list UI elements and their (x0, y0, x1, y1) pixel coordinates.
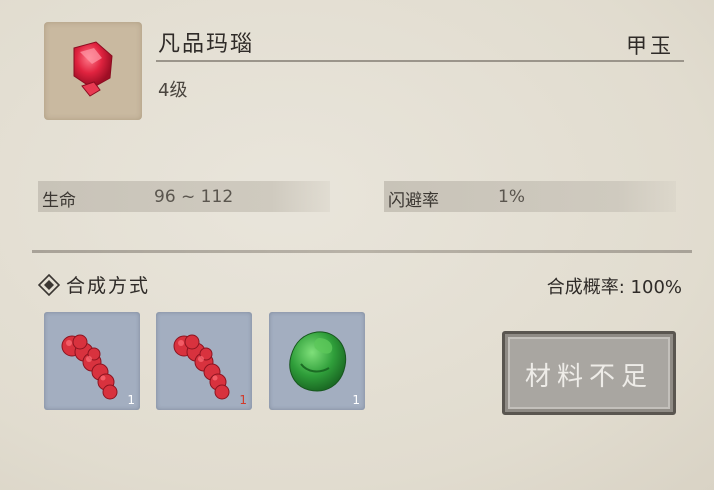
title-divider (156, 60, 684, 62)
synthesis-rate: 合成概率: 100% (546, 277, 682, 298)
stat-value: 96 ~ 112 (154, 187, 234, 207)
material-count-insufficient: 1 (239, 393, 247, 407)
diamond-icon (38, 274, 60, 296)
item-level: 4级 (158, 80, 188, 101)
item-icon-frame (44, 22, 142, 120)
red-coral-icon (173, 334, 230, 400)
stat-value: 1% (498, 187, 525, 207)
red-agate-gem-icon (73, 41, 113, 97)
red-coral-icon (61, 334, 118, 400)
item-name: 凡品玛瑙 (158, 32, 255, 57)
material-count: 1 (127, 393, 135, 407)
craft-button[interactable]: 材料不足 (502, 331, 676, 415)
green-jade-icon (289, 331, 347, 392)
item-detail-panel: 凡品玛瑙 甲玉 4级 生命 96 ~ 112 闪避率 1% 合成方式 合成概率:… (0, 0, 714, 490)
material-slot[interactable]: 1 (269, 312, 365, 410)
craft-button-label: 材料不足 (524, 362, 653, 392)
material-slot[interactable]: 1 (44, 312, 140, 410)
stat-label: 生命 (42, 191, 76, 211)
synthesis-title: 合成方式 (66, 275, 151, 297)
stat-label: 闪避率 (388, 191, 439, 211)
synthesis-heading: 合成方式 (38, 271, 150, 298)
section-divider (32, 250, 692, 253)
stat-dodge: 闪避率 1% (384, 181, 676, 212)
stat-hp: 生命 96 ~ 112 (38, 181, 330, 212)
material-count: 1 (352, 393, 360, 407)
item-type: 甲玉 (626, 34, 674, 58)
material-slot[interactable]: 1 (156, 312, 252, 410)
